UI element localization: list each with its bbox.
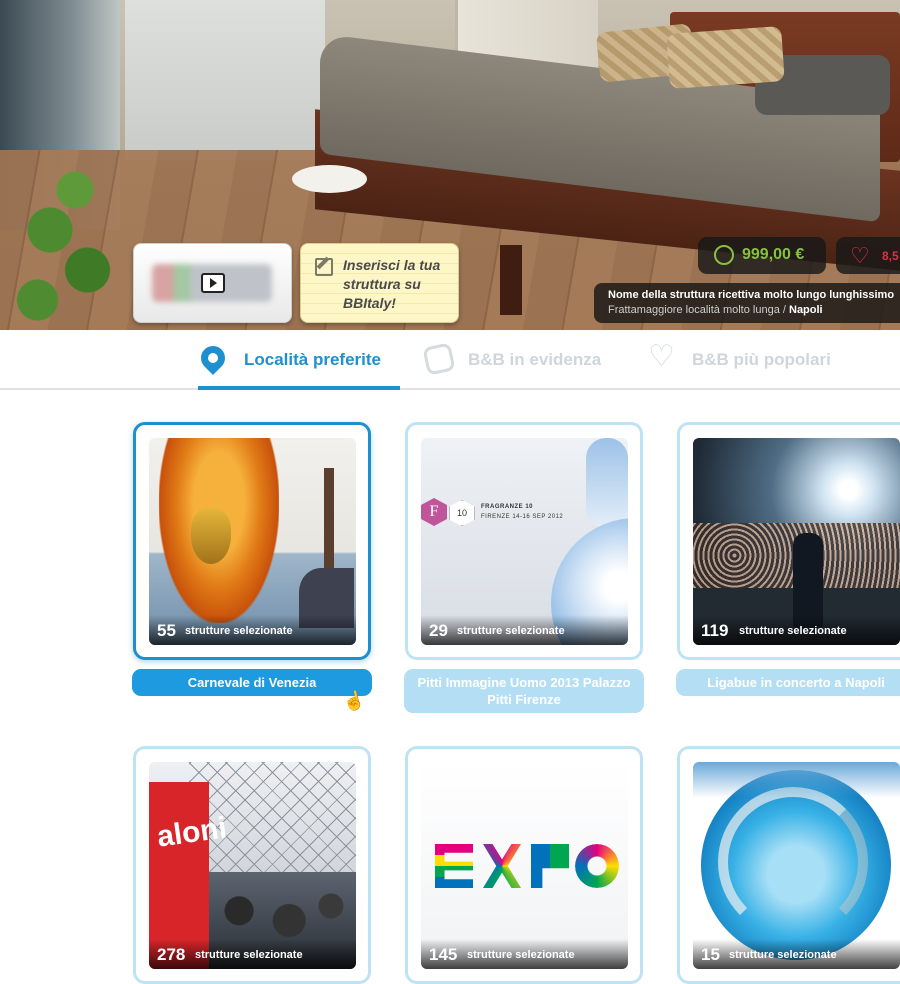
destination-card-napoli[interactable]: 15 strutture selezionate	[677, 746, 900, 984]
property-location: Frattamaggiore località molto lunga / Na…	[608, 304, 823, 316]
card-image: 145 strutture selezionate	[421, 762, 628, 969]
structures-count: 278 strutture selezionate	[149, 939, 356, 969]
fragranze-logo: F	[421, 498, 447, 526]
price-badge: 999,00 €	[698, 237, 826, 274]
card-title-button[interactable]: Carnevale di Venezia	[132, 669, 372, 696]
expo-letter	[575, 844, 619, 888]
structures-count: 29 strutture selezionate	[421, 615, 628, 645]
structures-count: 119 strutture selezionate	[693, 615, 900, 645]
tab-label: Località preferite	[244, 350, 381, 369]
poster-title: FRAGRANZE 10	[481, 504, 534, 510]
card-image: 15 strutture selezionate	[693, 762, 900, 969]
harbor-ring	[718, 787, 868, 937]
price-value: 999,00 €	[742, 246, 805, 263]
count-label: strutture selezionate	[467, 949, 575, 961]
edit-pencil-icon	[315, 258, 333, 276]
destination-card-ligabue[interactable]: 119 strutture selezionate	[677, 422, 900, 660]
destination-card-salone[interactable]: aloni 278 strutture selezionate	[133, 746, 371, 984]
destination-card-expo[interactable]: 145 strutture selezionate	[405, 746, 643, 984]
hero-window	[125, 0, 325, 160]
property-name: Nome della struttura ricettiva molto lun…	[608, 289, 895, 301]
count-label: strutture selezionate	[185, 625, 293, 637]
expo-letter	[483, 844, 521, 888]
card-image: aloni 278 strutture selezionate	[149, 762, 356, 969]
card-image: F 10 FRAGRANZE 10 FIRENZE 14-16 SEP 2012…	[421, 438, 628, 645]
tab-localita-preferite[interactable]: Località preferite	[196, 330, 400, 390]
hero-plant	[0, 130, 125, 330]
heart-icon: ♡	[850, 243, 870, 268]
active-tab-indicator	[198, 386, 400, 390]
property-caption[interactable]: Nome della struttura ricettiva molto lun…	[594, 283, 900, 323]
heart-icon: ♡	[648, 340, 675, 373]
singer-silhouette	[793, 533, 823, 628]
expo-logo	[435, 844, 619, 888]
tab-label: B&B più popolari	[692, 350, 831, 369]
count-number: 278	[157, 945, 186, 964]
add-property-text: Inserisci la tua struttura su BBItaly!	[343, 257, 441, 311]
card-image: 55 strutture selezionate	[149, 438, 356, 645]
map-pin-icon	[196, 341, 230, 375]
tab-bb-piu-popolari[interactable]: ♡ B&B più popolari	[648, 330, 848, 388]
expo-letter	[531, 844, 569, 888]
bb-price-icon	[714, 245, 734, 265]
destination-card-pitti[interactable]: F 10 FRAGRANZE 10 FIRENZE 14-16 SEP 2012…	[405, 422, 643, 660]
card-image: 119 strutture selezionate	[693, 438, 900, 645]
edition-badge: 10	[449, 500, 475, 526]
tab-bar: Località preferite B&B in evidenza ♡ B&B…	[0, 330, 900, 390]
count-number: 145	[429, 945, 458, 964]
expo-letter	[435, 844, 473, 888]
hero-pillow	[666, 26, 785, 89]
poster-dates: FIRENZE 14-16 SEP 2012	[481, 514, 564, 520]
property-city: Napoli	[789, 304, 823, 316]
mask-face	[191, 508, 231, 564]
count-label: strutture selezionate	[457, 625, 565, 637]
hero-banner: Inserisci la tua struttura su BBItaly! 9…	[0, 0, 900, 330]
count-label: strutture selezionate	[195, 949, 303, 961]
count-number: 119	[701, 621, 729, 640]
destination-card-venezia[interactable]: 55 strutture selezionate	[133, 422, 371, 660]
video-promo-button[interactable]	[133, 243, 292, 323]
sky-fade	[693, 762, 900, 798]
tab-bb-in-evidenza[interactable]: B&B in evidenza	[422, 330, 613, 388]
property-locality: Frattamaggiore località molto lunga /	[608, 304, 786, 316]
hand-cursor-icon: ☝	[341, 688, 368, 714]
count-number: 55	[157, 621, 176, 640]
structures-count: 55 strutture selezionate	[149, 615, 356, 645]
hero-rug	[292, 165, 367, 193]
structures-count: 145 strutture selezionate	[421, 939, 628, 969]
hero-bed-leg	[500, 245, 522, 315]
rating-badge: ♡ 8,5	[836, 237, 900, 274]
cloud-strip	[586, 438, 628, 528]
card-title-button[interactable]: Pitti Immagine Uomo 2013 Palazzo Pitti F…	[404, 669, 644, 713]
rating-value: 8,5	[882, 249, 899, 263]
count-label: strutture selezionate	[729, 949, 837, 961]
bb-logo-icon	[422, 342, 456, 376]
count-number: 29	[429, 621, 448, 640]
count-number: 15	[701, 945, 720, 964]
play-icon	[201, 273, 225, 293]
structures-count: 15 strutture selezionate	[693, 939, 900, 969]
tab-label: B&B in evidenza	[468, 350, 602, 369]
add-property-button[interactable]: Inserisci la tua struttura su BBItaly!	[300, 243, 459, 323]
card-title-button[interactable]: Ligabue in concerto a Napoli	[676, 669, 900, 696]
count-label: strutture selezionate	[739, 625, 847, 637]
